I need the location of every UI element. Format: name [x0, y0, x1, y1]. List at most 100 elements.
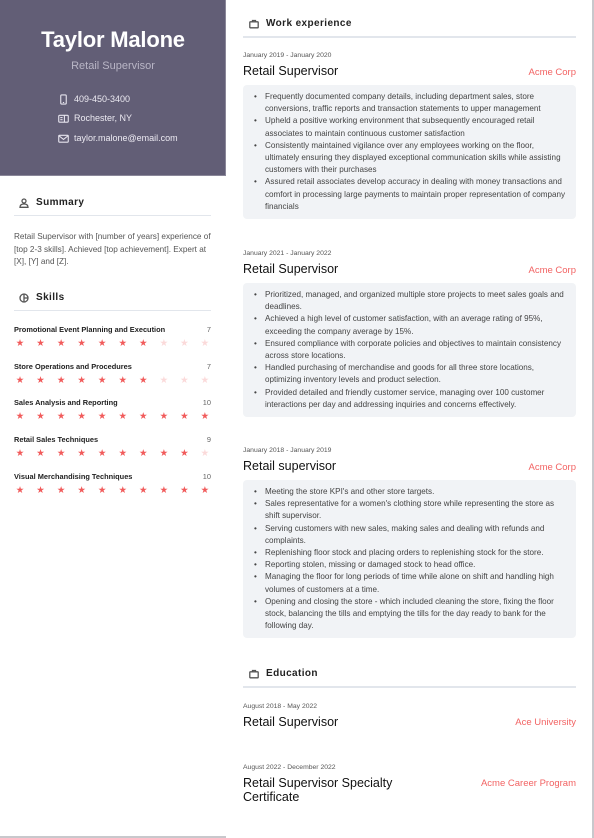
envelope-icon — [57, 132, 69, 144]
star-filled-icon: ★ — [56, 338, 66, 349]
skills-heading-label: Skills — [36, 292, 65, 303]
job-bullet: Ensured compliance with corporate polici… — [251, 338, 566, 362]
job-bullets-box: Prioritized, managed, and organized mult… — [243, 283, 576, 418]
star-filled-icon: ★ — [118, 448, 127, 459]
contact-email: taylor.malone@email.com — [57, 132, 178, 144]
job-dates: January 2018 - January 2019 — [243, 447, 332, 454]
star-filled-icon: ★ — [97, 448, 107, 459]
star-filled-icon: ★ — [97, 338, 107, 349]
job-bullets: Frequently documented company details, i… — [251, 91, 566, 213]
star-filled-icon: ★ — [77, 448, 86, 459]
contact-phone: 409-450-3400 — [57, 93, 130, 105]
job-bullet: Replenishing floor stock and placing ord… — [251, 547, 566, 559]
star-filled-icon: ★ — [56, 375, 66, 386]
star-filled-icon: ★ — [159, 411, 169, 422]
job-dates: January 2019 - January 2020 — [243, 52, 332, 59]
job-entry: January 2021 - January 2022 Retail Super… — [243, 250, 576, 418]
education-title: Retail Supervisor — [243, 715, 339, 729]
education-divider — [243, 686, 576, 688]
star-filled-icon: ★ — [97, 375, 107, 386]
star-filled-icon: ★ — [118, 338, 127, 349]
star-filled-icon: ★ — [159, 485, 169, 496]
job-bullet: Prioritized, managed, and organized mult… — [251, 289, 566, 313]
star-filled-icon: ★ — [77, 375, 86, 386]
skill-item: Store Operations and Procedures 7 ★ ★ ★ ★ ★ ★ ★ ★… — [14, 362, 211, 386]
star-filled-icon: ★ — [118, 411, 127, 422]
star-filled-icon: ★ — [15, 338, 25, 349]
job-company: Acme Corp — [528, 265, 576, 276]
star-filled-icon: ★ — [77, 411, 86, 422]
job-bullet: Managing the floor for long periods of t… — [251, 571, 566, 595]
skills-divider — [14, 310, 211, 311]
education-school: Acme Career Program — [480, 778, 576, 789]
work-experience-divider — [243, 36, 576, 38]
star-filled-icon: ★ — [77, 338, 86, 349]
star-filled-icon: ★ — [56, 411, 66, 422]
briefcase-icon — [249, 19, 259, 28]
job-bullet: Serving customers with new sales, making… — [251, 523, 566, 547]
star-filled-icon: ★ — [56, 448, 66, 459]
job-entry: January 2019 - January 2020 Retail Super… — [243, 52, 576, 220]
pie-chart-icon — [19, 292, 29, 303]
star-filled-icon: ★ — [159, 448, 169, 459]
job-title: Retail Supervisor — [243, 64, 339, 78]
summary-heading: Summary — [19, 197, 84, 208]
star-filled-icon: ★ — [200, 485, 210, 496]
job-bullets: Prioritized, managed, and organized mult… — [251, 289, 566, 411]
skill-rating-value: 9 — [206, 435, 211, 444]
address-card-icon — [57, 112, 69, 124]
work-experience-heading-label: Work experience — [266, 18, 352, 29]
star-filled-icon: ★ — [139, 448, 148, 459]
star-filled-icon: ★ — [15, 411, 25, 422]
skill-rating-stars: ★ ★ ★ ★ ★ ★ ★ ★ ★ ★ — [14, 376, 211, 386]
job-bullets-box: Frequently documented company details, i… — [243, 85, 576, 220]
job-company: Acme Corp — [528, 67, 576, 78]
job-entry: January 2018 - January 2019 Retail super… — [243, 447, 576, 639]
star-empty-icon: ★ — [159, 375, 169, 386]
work-experience-heading: Work experience — [249, 18, 352, 29]
skill-rating-stars: ★ ★ ★ ★ ★ ★ ★ ★ ★ ★ — [14, 339, 211, 349]
email-value[interactable]: taylor.malone@email.com — [74, 133, 178, 143]
star-filled-icon: ★ — [118, 375, 127, 386]
star-filled-icon: ★ — [15, 448, 25, 459]
job-bullet: Frequently documented company details, i… — [251, 91, 566, 115]
skill-item: Sales Analysis and Reporting 10 ★ ★ ★ ★ ★ ★ ★ ★ ★ ★ — [14, 398, 211, 422]
education-entry: August 2018 - May 2022 Retail Supervisor… — [243, 703, 576, 729]
education-title: Retail Supervisor Specialty Certificate — [243, 776, 393, 804]
skill-rating-stars: ★ ★ ★ ★ ★ ★ ★ ★ ★ ★ — [14, 486, 211, 496]
job-dates: January 2021 - January 2022 — [243, 250, 332, 257]
star-filled-icon: ★ — [77, 485, 86, 496]
skill-item: Promotional Event Planning and Execution… — [14, 325, 211, 349]
skill-rating-stars: ★ ★ ★ ★ ★ ★ ★ ★ ★ ★ — [14, 449, 211, 459]
skill-item: Visual Merchandising Techniques 10 ★ ★ ★ ★ ★ ★ ★… — [14, 472, 211, 496]
job-bullet: Opening and closing the store - which in… — [251, 596, 566, 633]
education-heading: Education — [249, 668, 318, 679]
summary-heading-label: Summary — [36, 197, 85, 208]
education-entry: August 2022 - December 2022 Retail Super… — [243, 764, 576, 804]
job-bullet: Achieved a high level of customer satisf… — [251, 313, 566, 337]
job-company: Acme Corp — [528, 462, 576, 473]
skill-rating-value: 7 — [206, 325, 211, 334]
skill-rating-value: 10 — [202, 472, 211, 481]
job-bullet: Sales representative for a women's cloth… — [251, 498, 566, 522]
star-filled-icon: ★ — [118, 485, 127, 496]
star-filled-icon: ★ — [97, 485, 107, 496]
candidate-name: Taylor Malone — [41, 27, 185, 52]
job-bullet: Upheld a positive working environment th… — [251, 115, 566, 139]
star-empty-icon: ★ — [200, 448, 210, 459]
user-icon — [19, 197, 29, 208]
education-heading-label: Education — [266, 668, 318, 679]
star-filled-icon: ★ — [36, 411, 45, 422]
star-empty-icon: ★ — [159, 338, 169, 349]
skill-name: Store Operations and Procedures — [14, 362, 132, 371]
skill-item: Retail Sales Techniques 9 ★ ★ ★ ★ ★ ★ ★ ★ ★ ★ — [14, 435, 211, 459]
job-bullet: Consistently maintained vigilance over a… — [251, 140, 566, 177]
phone-icon — [57, 93, 69, 105]
star-filled-icon: ★ — [15, 375, 25, 386]
summary-divider — [14, 215, 211, 216]
job-bullet: Assured retail associates develop accura… — [251, 176, 566, 213]
briefcase-icon — [249, 669, 259, 678]
star-filled-icon: ★ — [36, 485, 45, 496]
job-bullets-box: Meeting the store KPI's and other store … — [243, 480, 576, 639]
star-empty-icon: ★ — [200, 338, 210, 349]
